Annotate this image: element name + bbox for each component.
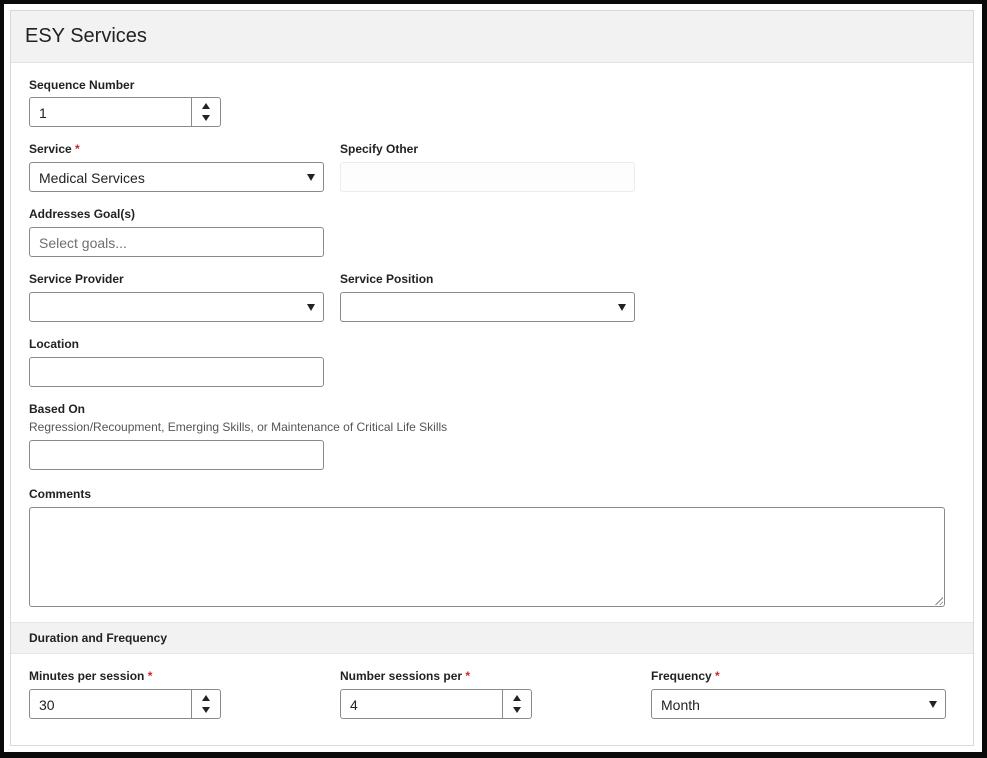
specify-other-label: Specify Other (340, 142, 419, 156)
duration-frequency-section-header: Duration and Frequency (11, 622, 973, 654)
window-frame: ESY Services Sequence Number 1 Service *… (0, 0, 987, 758)
sequence-number-spinner[interactable] (191, 98, 220, 126)
section-title: Duration and Frequency (29, 631, 168, 645)
service-label-text: Service (29, 142, 72, 156)
sessions-value: 4 (350, 697, 358, 713)
service-position-select[interactable] (340, 292, 635, 322)
caret-down-icon (929, 701, 937, 708)
minutes-value: 30 (39, 697, 55, 713)
sessions-label-text: Number sessions per (340, 669, 463, 683)
caret-down-icon (618, 304, 626, 311)
required-marker: * (465, 669, 471, 683)
goals-placeholder: Select goals... (39, 235, 127, 251)
based-on-label: Based On (29, 402, 86, 416)
frequency-label: Frequency * (651, 669, 720, 683)
service-provider-select[interactable] (29, 292, 324, 322)
resize-grip-icon[interactable] (934, 596, 943, 605)
service-position-label: Service Position (340, 272, 434, 286)
minutes-label-text: Minutes per session (29, 669, 145, 683)
sequence-number-stepper[interactable]: 1 (29, 97, 221, 127)
caret-down-icon (307, 174, 315, 181)
required-marker: * (75, 142, 80, 156)
sequence-number-label: Sequence Number (29, 78, 135, 92)
frequency-value: Month (661, 697, 700, 713)
specify-other-input[interactable] (340, 162, 635, 192)
location-label: Location (29, 337, 79, 351)
chevron-down-icon[interactable] (513, 707, 521, 713)
comments-label: Comments (29, 487, 92, 501)
service-provider-label: Service Provider (29, 272, 124, 286)
comments-textarea[interactable] (29, 507, 945, 607)
chevron-down-icon[interactable] (202, 707, 210, 713)
frequency-label-text: Frequency (651, 669, 712, 683)
goals-select[interactable]: Select goals... (29, 227, 324, 257)
sessions-label: Number sessions per * (340, 669, 470, 683)
sessions-spinner[interactable] (502, 690, 531, 718)
chevron-up-icon[interactable] (513, 695, 521, 701)
esy-services-panel: ESY Services Sequence Number 1 Service *… (10, 10, 974, 746)
chevron-up-icon[interactable] (202, 695, 210, 701)
chevron-down-icon[interactable] (202, 115, 210, 121)
service-label: Service * (29, 142, 80, 156)
panel-header: ESY Services (11, 11, 973, 63)
page-title: ESY Services (25, 25, 147, 47)
chevron-up-icon[interactable] (202, 103, 210, 109)
caret-down-icon (307, 304, 315, 311)
required-marker: * (715, 669, 720, 683)
goals-label: Addresses Goal(s) (29, 207, 136, 221)
sequence-number-value: 1 (39, 105, 47, 121)
number-sessions-stepper[interactable]: 4 (340, 689, 532, 719)
required-marker: * (147, 669, 153, 683)
minutes-spinner[interactable] (191, 690, 220, 718)
minutes-label: Minutes per session * (29, 669, 152, 683)
based-on-input[interactable] (29, 440, 324, 470)
based-on-hint: Regression/Recoupment, Emerging Skills, … (29, 420, 448, 434)
service-select[interactable]: Medical Services (29, 162, 324, 192)
service-value: Medical Services (39, 170, 145, 186)
frequency-select[interactable]: Month (651, 689, 946, 719)
minutes-per-session-stepper[interactable]: 30 (29, 689, 221, 719)
location-input[interactable] (29, 357, 324, 387)
